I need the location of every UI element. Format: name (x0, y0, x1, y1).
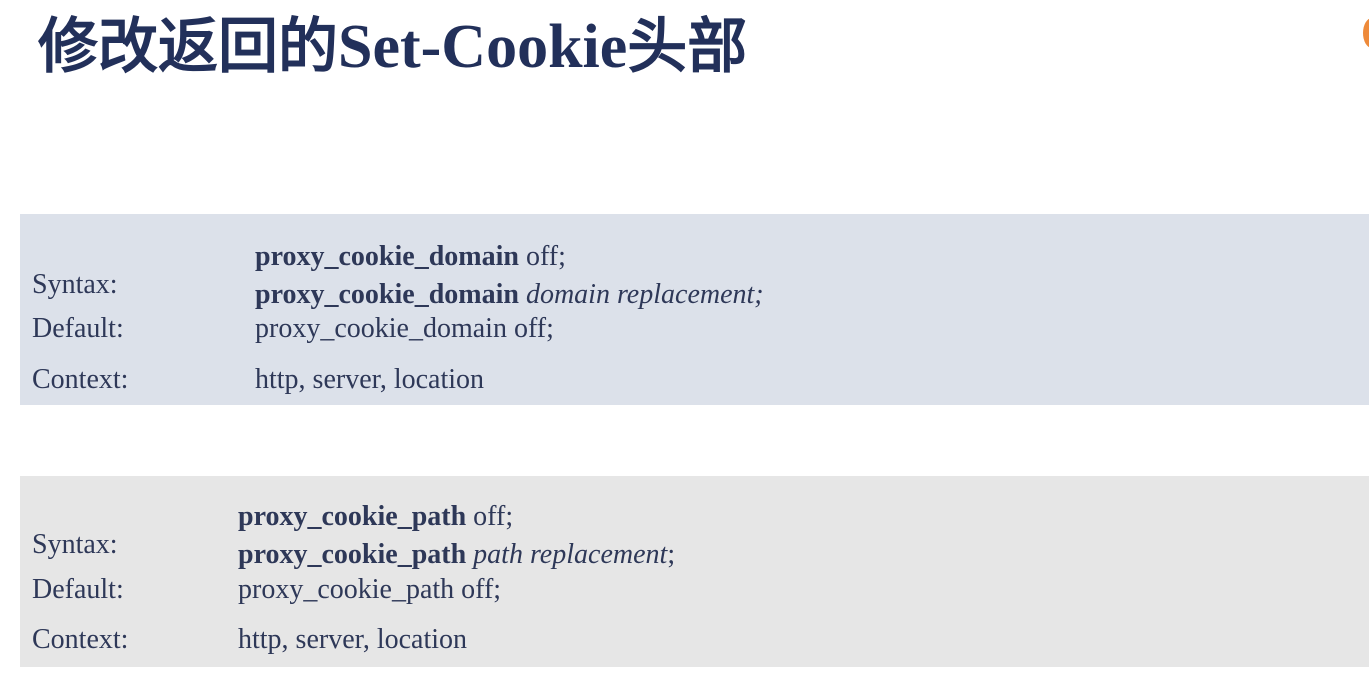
title-suffix: 头部 (627, 12, 748, 82)
directive-name: proxy_cookie_domain (255, 241, 519, 272)
default-row: Default: proxy_cookie_domain off; (20, 313, 1369, 349)
directive-tail: ; (667, 539, 676, 570)
syntax-label: Syntax: (32, 529, 118, 560)
default-label: Default: (32, 313, 124, 344)
context-label: Context: (32, 624, 129, 655)
context-row: Context: http, server, location (20, 364, 1369, 400)
directive-args (519, 279, 526, 310)
directive-name: proxy_cookie_path (238, 539, 467, 570)
directive-name: proxy_cookie_path (238, 501, 467, 532)
directive-args-italic: domain replacement; (525, 279, 764, 310)
context-label: Context: (32, 364, 129, 395)
default-value: proxy_cookie_path off; (238, 574, 502, 605)
default-value: proxy_cookie_domain off; (255, 313, 554, 344)
directive-block-proxy-cookie-domain: Syntax: proxy_cookie_domain off; proxy_c… (20, 214, 1369, 405)
syntax-line: proxy_cookie_path off; (238, 501, 513, 533)
directive-name: proxy_cookie_domain (255, 279, 519, 310)
syntax-row: Syntax: proxy_cookie_path off; proxy_coo… (20, 501, 1369, 581)
syntax-line: proxy_cookie_domain off; (255, 241, 566, 273)
accent-circle-decoration (1363, 18, 1369, 48)
context-value: http, server, location (238, 624, 468, 655)
slide-title: 修改返回的Set-Cookie头部 (38, 4, 747, 90)
default-row: Default: proxy_cookie_path off; (20, 574, 1369, 610)
title-latin: Set-Cookie (338, 13, 628, 81)
context-value: http, server, location (255, 364, 485, 395)
directive-args-italic: path replacement (473, 539, 668, 570)
context-row: Context: http, server, location (20, 624, 1369, 660)
directive-args: off; (466, 501, 514, 532)
directive-args: off; (518, 241, 566, 272)
title-prefix: 修改返回的 (38, 12, 338, 82)
directive-block-proxy-cookie-path: Syntax: proxy_cookie_path off; proxy_coo… (20, 476, 1369, 667)
syntax-line: proxy_cookie_path path replacement; (238, 539, 675, 571)
syntax-row: Syntax: proxy_cookie_domain off; proxy_c… (20, 241, 1369, 321)
default-label: Default: (32, 574, 124, 605)
syntax-line: proxy_cookie_domain domain replacement; (255, 279, 764, 311)
syntax-label: Syntax: (32, 269, 118, 300)
